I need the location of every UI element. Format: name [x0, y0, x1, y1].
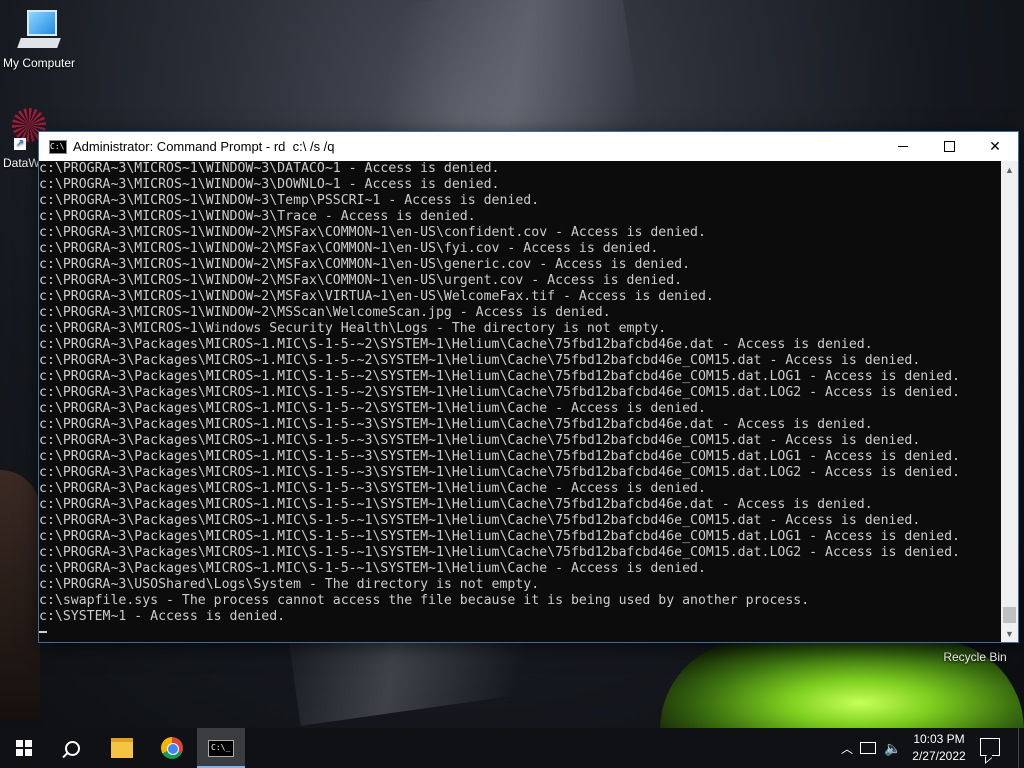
scroll-down-button[interactable]: ▼	[1001, 625, 1018, 642]
console-line: c:\PROGRA~3\Packages\MICROS~1.MIC\S-1-5-…	[39, 353, 921, 368]
cmd-icon: C:\_	[208, 739, 234, 757]
console-line: c:\SYSTEM~1 - Access is denied.	[39, 609, 286, 624]
chevron-up-icon: ︿	[840, 741, 853, 756]
clock[interactable]: 10:03 PM 2/27/2022	[908, 731, 970, 765]
console-line: c:\PROGRA~3\Packages\MICROS~1.MIC\S-1-5-…	[39, 385, 960, 400]
cmd-icon: C:\	[49, 139, 67, 154]
taskbar-chrome[interactable]	[148, 728, 196, 768]
console-line: c:\PROGRA~3\MICROS~1\WINDOW~3\DOWNLO~1 -…	[39, 177, 500, 192]
console-line: c:\PROGRA~3\MICROS~1\WINDOW~2\MSFax\COMM…	[39, 257, 691, 272]
console-line: c:\PROGRA~3\Packages\MICROS~1.MIC\S-1-5-…	[39, 561, 706, 576]
vertical-scrollbar[interactable]: ▲ ▼	[1001, 161, 1018, 642]
console-line: c:\swapfile.sys - The process cannot acc…	[39, 593, 810, 608]
chevron-up-icon: ▲	[1005, 164, 1014, 175]
console-line: c:\PROGRA~3\MICROS~1\WINDOW~2\MSFax\COMM…	[39, 273, 683, 288]
volume-icon: 🔈	[884, 739, 902, 756]
maximize-icon	[943, 141, 955, 152]
scroll-up-button[interactable]: ▲	[1001, 161, 1018, 178]
console-line: c:\PROGRA~3\Packages\MICROS~1.MIC\S-1-5-…	[39, 449, 960, 464]
desktop-icon-label: Recycle Bin	[943, 650, 1007, 664]
desktop-icon-dataw[interactable]: ↗ DataW	[0, 108, 46, 170]
desktop-icon-my-computer[interactable]: My Computer	[0, 8, 78, 70]
desktop-icon-label: My Computer	[2, 56, 76, 70]
console-line: c:\PROGRA~3\Packages\MICROS~1.MIC\S-1-5-…	[39, 417, 873, 432]
console-line: c:\PROGRA~3\MICROS~1\WINDOW~2\MSScan\Wel…	[39, 305, 611, 320]
window-titlebar[interactable]: C:\ Administrator: Command Prompt - rd c…	[39, 132, 1018, 161]
volume-button[interactable]: 🔈	[884, 728, 904, 768]
taskbar-command-prompt[interactable]: C:\_	[197, 728, 245, 768]
console-line: c:\PROGRA~3\Packages\MICROS~1.MIC\S-1-5-…	[39, 401, 706, 416]
console-line: c:\PROGRA~3\Packages\MICROS~1.MIC\S-1-5-…	[39, 337, 873, 352]
network-button[interactable]	[860, 728, 880, 768]
close-icon: ✕	[989, 138, 1001, 154]
console-line: c:\PROGRA~3\Packages\MICROS~1.MIC\S-1-5-…	[39, 497, 873, 512]
show-hidden-icons-button[interactable]: ︿	[838, 728, 856, 768]
wallpaper-hill	[0, 470, 40, 720]
clock-time: 10:03 PM	[913, 732, 965, 746]
dataw-app-icon: ↗	[0, 108, 46, 152]
computer-icon	[17, 8, 61, 52]
taskbar: C:\_ ︿ 🔈 10:03 PM 2/27/2022	[0, 728, 1024, 768]
search-button[interactable]	[48, 728, 96, 768]
console-line: c:\PROGRA~3\Packages\MICROS~1.MIC\S-1-5-…	[39, 433, 921, 448]
console-line: c:\PROGRA~3\Packages\MICROS~1.MIC\S-1-5-…	[39, 465, 960, 480]
console-line: c:\PROGRA~3\Packages\MICROS~1.MIC\S-1-5-…	[39, 529, 960, 544]
desktop-icon-label: DataW	[3, 156, 40, 170]
show-desktop-button[interactable]	[1018, 728, 1024, 768]
console-line: c:\PROGRA~3\USOShared\Logs\System - The …	[39, 577, 540, 592]
maximize-button[interactable]	[926, 132, 972, 161]
minimize-icon	[898, 146, 908, 147]
console-line: c:\PROGRA~3\Packages\MICROS~1.MIC\S-1-5-…	[39, 481, 706, 496]
console-line: c:\PROGRA~3\Packages\MICROS~1.MIC\S-1-5-…	[39, 513, 921, 528]
shortcut-arrow-icon: ↗	[14, 138, 26, 150]
console-line: c:\PROGRA~3\MICROS~1\WINDOW~3\DATACO~1 -…	[39, 161, 500, 176]
window-title: Administrator: Command Prompt - rd c:\ /…	[73, 139, 335, 154]
desktop-icon-recycle-bin[interactable]: Recycle Bin	[940, 650, 1010, 664]
console-line: c:\PROGRA~3\MICROS~1\WINDOW~3\Temp\PSSCR…	[39, 193, 540, 208]
command-prompt-window[interactable]: C:\ Administrator: Command Prompt - rd c…	[38, 131, 1019, 643]
console-line: c:\PROGRA~3\MICROS~1\WINDOW~3\Trace - Ac…	[39, 209, 476, 224]
scroll-thumb[interactable]	[1003, 607, 1016, 623]
clock-date: 2/27/2022	[912, 749, 966, 763]
console-line: c:\PROGRA~3\Packages\MICROS~1.MIC\S-1-5-…	[39, 545, 960, 560]
console-output[interactable]: c:\PROGRA~3\MICROS~1\WINDOW~3\DATACO~1 -…	[39, 161, 1000, 642]
start-button[interactable]	[0, 728, 48, 768]
close-button[interactable]: ✕	[972, 132, 1018, 161]
chevron-down-icon: ▼	[1005, 628, 1014, 639]
folder-icon	[111, 738, 133, 758]
text-cursor	[39, 631, 47, 633]
chrome-icon	[161, 737, 183, 759]
console-line: c:\PROGRA~3\MICROS~1\WINDOW~2\MSFax\VIRT…	[39, 289, 714, 304]
search-icon	[64, 740, 80, 756]
windows-logo-icon	[16, 740, 32, 756]
console-line: c:\PROGRA~3\MICROS~1\WINDOW~2\MSFax\COMM…	[39, 241, 659, 256]
taskbar-file-explorer[interactable]	[98, 728, 146, 768]
notification-icon[interactable]	[980, 738, 1000, 756]
console-line: c:\PROGRA~3\MICROS~1\Windows Security He…	[39, 321, 667, 336]
console-line: c:\PROGRA~3\MICROS~1\WINDOW~2\MSFax\COMM…	[39, 225, 706, 240]
minimize-button[interactable]	[880, 132, 926, 161]
network-icon	[860, 742, 876, 754]
console-line: c:\PROGRA~3\Packages\MICROS~1.MIC\S-1-5-…	[39, 369, 960, 384]
